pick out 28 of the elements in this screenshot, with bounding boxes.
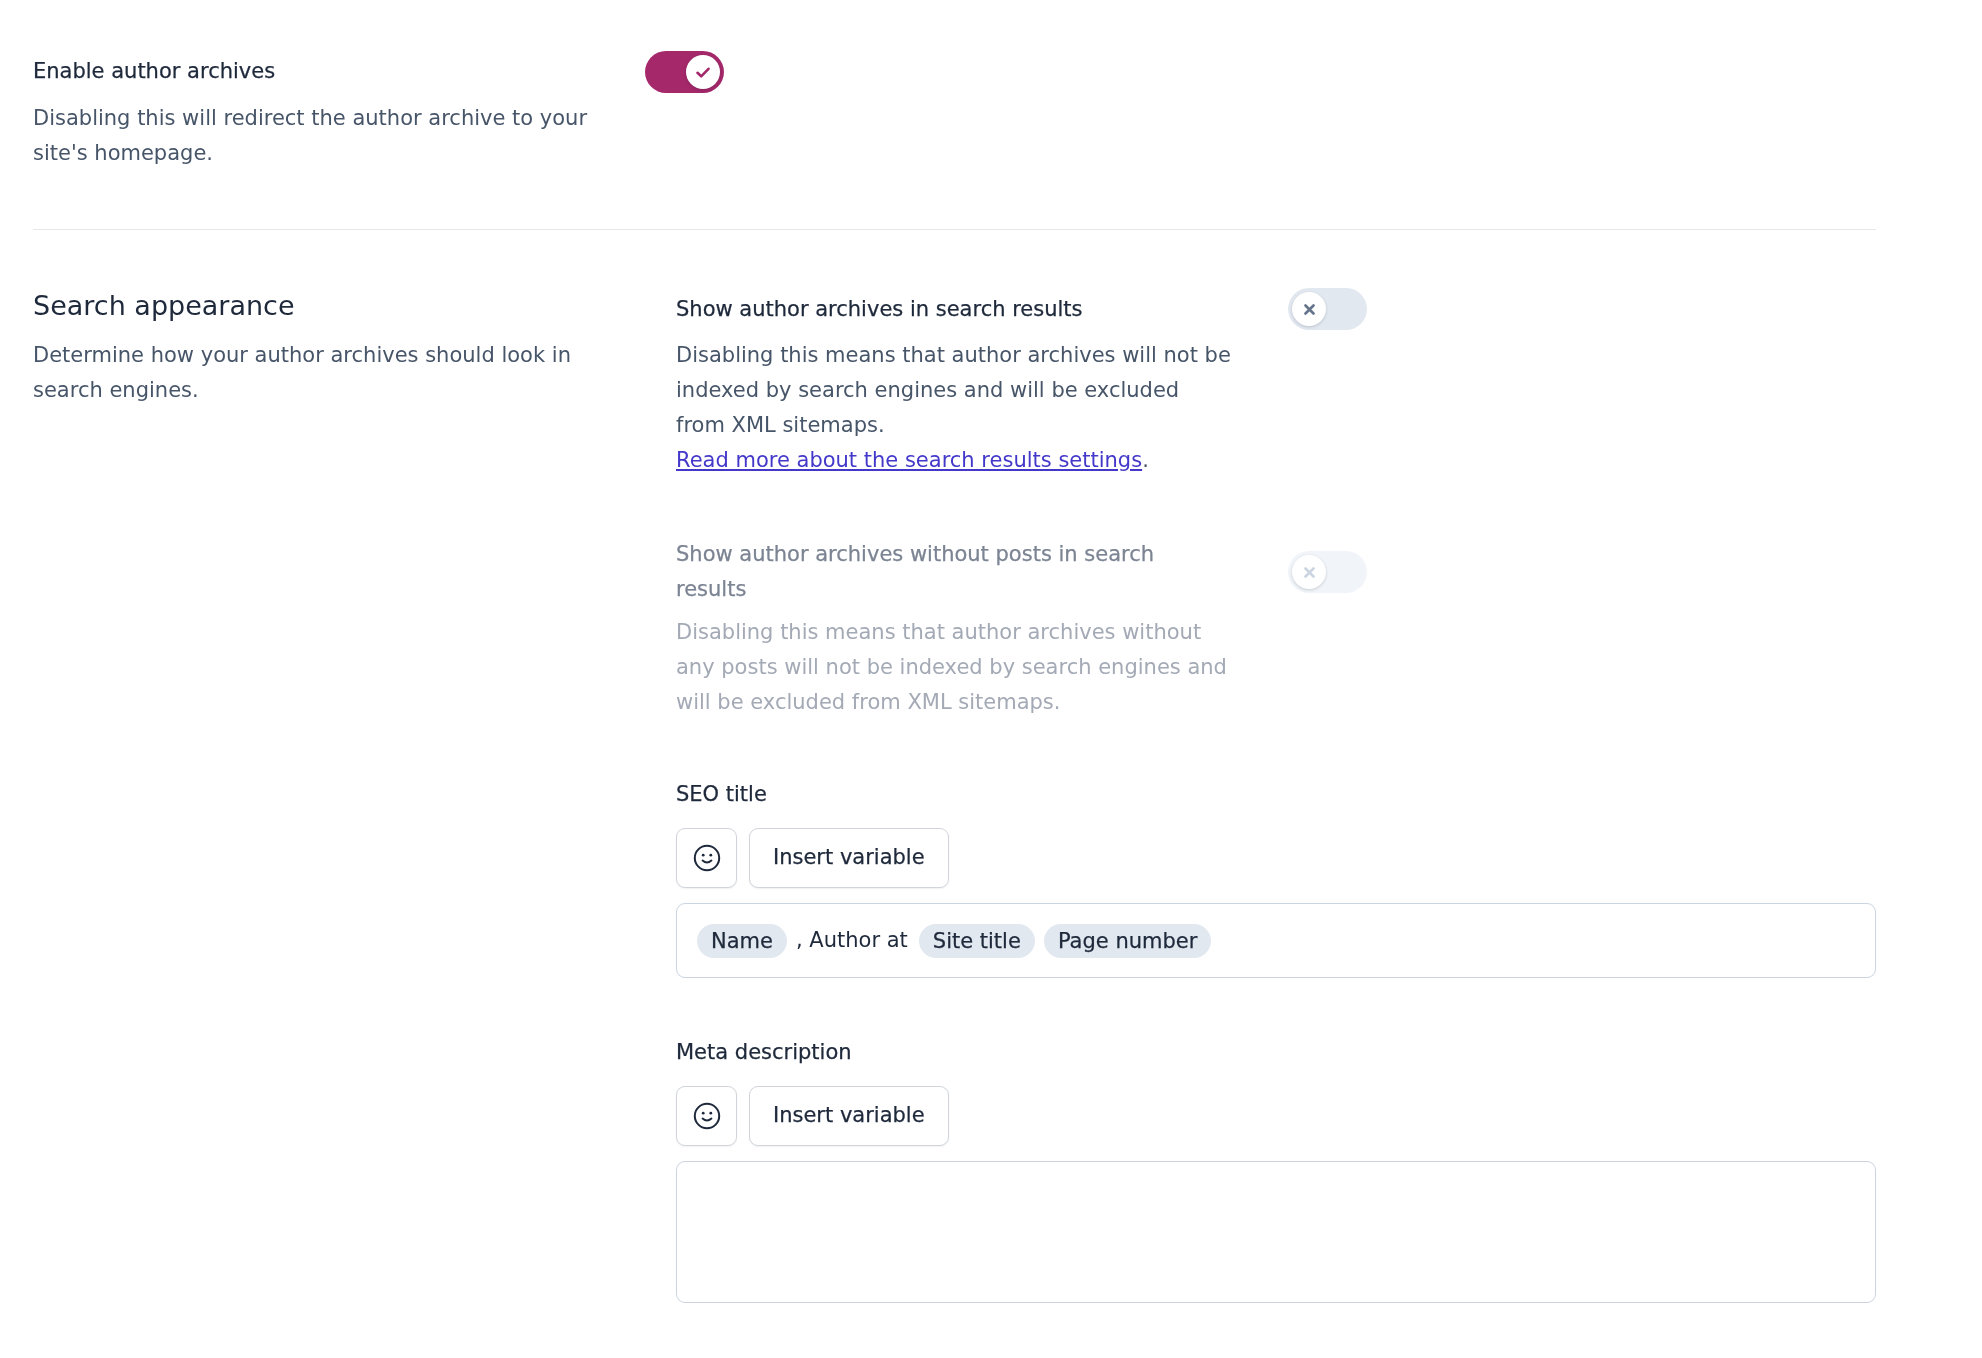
section-description: Determine how your author archives should look in search engines. (33, 342, 572, 404)
description-input-field[interactable] (676, 1161, 1876, 1303)
insert-variable-button[interactable]: Insert variable (749, 828, 949, 888)
smiley-icon (692, 1102, 721, 1130)
section-title: Search appearance (33, 289, 296, 323)
setting-label: Show author archives in search results (676, 295, 1084, 323)
field-label: SEO title (676, 781, 768, 808)
variable-tag: Name (697, 923, 787, 958)
emoji-button[interactable] (676, 828, 737, 888)
field-text: , Author at (795, 926, 908, 954)
setting-label: Show author archives without posts in search results (676, 541, 1156, 603)
cross-icon (1303, 566, 1315, 578)
variable-tag: Site title (918, 923, 1035, 958)
settings-link[interactable]: Read more about the search results settings (676, 448, 1143, 472)
toggle-switch[interactable] (1288, 288, 1367, 330)
insert-variable-button[interactable]: Insert variable (749, 1086, 949, 1146)
cross-icon (1303, 303, 1315, 315)
variable-tag: Page number (1043, 923, 1212, 958)
title-input-field[interactable]: Name , Author at Site title Page number (676, 903, 1876, 978)
setting-description: Disabling this will redirect the author archive to your site's homepage. (33, 105, 589, 167)
setting-label: Enable author archives (33, 58, 277, 85)
smiley-icon (692, 844, 721, 872)
emoji-button[interactable] (676, 1086, 737, 1146)
setting-description: Disabling this means that author archives will not be indexed by search engines and will be excluded from XML sitemaps. Read more about the search results settings. (676, 342, 1232, 474)
check-icon (696, 66, 710, 78)
field-label: Meta description (676, 1039, 853, 1066)
toggle-switch[interactable] (645, 51, 724, 93)
setting-description: Disabling this means that author archives without any posts will not be indexed by search engines and will be excluded from XML sitemaps. (676, 619, 1228, 716)
